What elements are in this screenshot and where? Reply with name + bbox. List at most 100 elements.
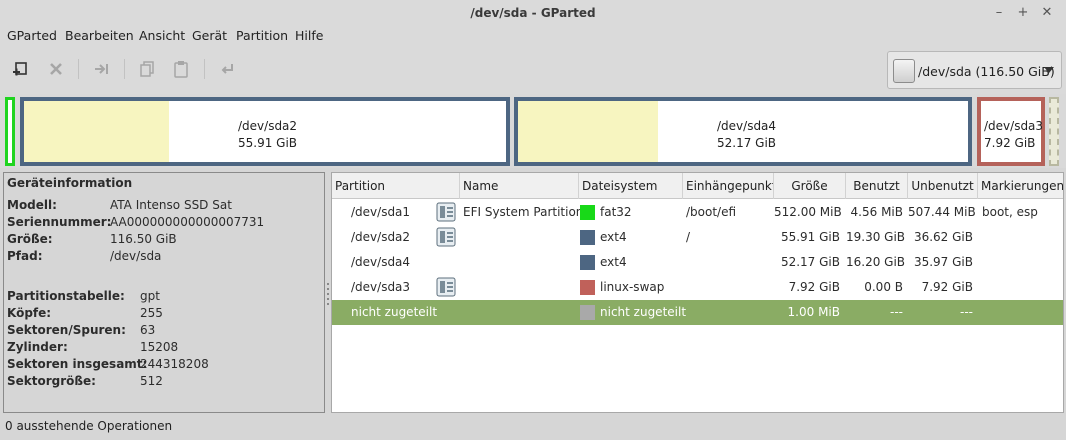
cell-mountpoint: /boot/efi xyxy=(686,205,737,219)
harddisk-icon xyxy=(893,59,915,83)
cell-used: 0.00 B xyxy=(864,280,903,294)
column-unused[interactable]: Unbenutzt xyxy=(908,173,978,199)
cell-partition: /dev/sda1 xyxy=(351,205,411,219)
column-partition[interactable]: Partition xyxy=(332,173,460,199)
diskmap-partition-sda1[interactable] xyxy=(5,97,15,166)
info-row: Seriennummer: AA000000000000007731 xyxy=(7,215,265,229)
column-filesystem[interactable]: Dateisystem xyxy=(579,173,683,199)
cell-unused: 36.62 GiB xyxy=(913,230,973,244)
close-button[interactable]: ✕ xyxy=(1038,4,1056,22)
window-title: /dev/sda - GParted xyxy=(470,6,596,20)
cell-size: 7.92 GiB xyxy=(788,280,840,294)
undo-icon[interactable] xyxy=(217,58,239,80)
used-space-bar xyxy=(518,101,658,162)
column-used[interactable]: Benutzt xyxy=(846,173,908,199)
column-flags[interactable]: Markierungen xyxy=(978,173,1063,199)
diskmap-unallocated[interactable] xyxy=(1049,97,1059,166)
cell-size: 55.91 GiB xyxy=(780,230,840,244)
filesystem-color-swatch xyxy=(580,255,595,270)
info-row: Partitionstabelle: gpt xyxy=(7,289,160,303)
filesystem-color-swatch xyxy=(580,205,595,220)
cell-filesystem: nicht zugeteilt xyxy=(600,305,687,319)
device-info-header: Geräteinformation xyxy=(7,176,133,190)
pane-splitter-handle[interactable] xyxy=(326,280,330,310)
title-bar: /dev/sda - GParted – + ✕ xyxy=(0,0,1066,27)
cell-partition: /dev/sda2 xyxy=(351,230,411,244)
cell-partition: /dev/sda4 xyxy=(351,255,411,269)
delete-icon[interactable] xyxy=(45,58,67,80)
disk-map: /dev/sda2 55.91 GiB /dev/sda4 52.17 GiB … xyxy=(0,94,1066,168)
cell-used: 19.30 GiB xyxy=(846,230,906,244)
menu-geraet[interactable]: Gerät xyxy=(192,28,227,43)
status-bar: 0 ausstehende Operationen xyxy=(0,414,1066,440)
info-row: Pfad:/dev/sda xyxy=(7,249,162,263)
cell-partition: nicht zugeteilt xyxy=(351,305,438,319)
cell-name xyxy=(463,300,577,325)
cell-mountpoint xyxy=(686,250,772,275)
cell-size: 512.00 MiB xyxy=(774,205,842,219)
cell-mountpoint xyxy=(686,300,772,325)
diskmap-partition-sda3[interactable]: /dev/sda3 7.92 GiB xyxy=(977,97,1045,166)
partition-label: /dev/sda4 52.17 GiB xyxy=(717,119,777,150)
table-row[interactable]: nicht zugeteilt nicht zugeteilt 1.00 MiB --… xyxy=(332,300,1063,325)
info-row: Größe: 116.50 GiB xyxy=(7,232,177,246)
resize-move-icon[interactable] xyxy=(91,58,113,80)
cell-mountpoint xyxy=(686,275,772,300)
minimize-button[interactable]: – xyxy=(990,4,1008,22)
maximize-button[interactable]: + xyxy=(1014,4,1032,22)
menu-bearbeiten[interactable]: Bearbeiten xyxy=(65,28,134,43)
partition-table: Partition Name Dateisystem Einhängepunkt… xyxy=(331,172,1064,413)
cell-filesystem: ext4 xyxy=(600,230,627,244)
cell-flags xyxy=(982,275,1063,300)
paste-icon[interactable] xyxy=(170,58,192,80)
cell-unused: 35.97 GiB xyxy=(913,255,973,269)
column-name[interactable]: Name xyxy=(460,173,579,199)
partition-label: /dev/sda2 55.91 GiB xyxy=(238,119,298,150)
toolbar: /dev/sda (116.50 GiB) xyxy=(0,47,1066,94)
copy-icon[interactable] xyxy=(136,58,158,80)
used-space-bar xyxy=(24,101,169,162)
menu-hilfe[interactable]: Hilfe xyxy=(295,28,323,43)
mounted-lock-icon xyxy=(435,226,457,248)
mounted-lock-icon xyxy=(435,276,457,298)
cell-mountpoint: / xyxy=(686,230,691,244)
mounted-lock-icon xyxy=(435,201,457,223)
table-row[interactable]: /dev/sda4 ext4 52.17 GiB 16.20 GiB 35.97 GiB xyxy=(332,250,1063,275)
diskmap-partition-sda2[interactable]: /dev/sda2 55.91 GiB xyxy=(20,97,510,166)
toolbar-separator xyxy=(204,59,205,79)
device-selector[interactable]: /dev/sda (116.50 GiB) xyxy=(887,51,1062,89)
cell-filesystem: fat32 xyxy=(600,205,632,219)
device-selector-label: /dev/sda (116.50 GiB) xyxy=(918,64,1055,79)
info-row: Zylinder: 15208 xyxy=(7,340,179,354)
filesystem-color-swatch xyxy=(580,305,595,320)
new-partition-icon[interactable] xyxy=(9,58,31,80)
chevron-down-icon xyxy=(1044,67,1054,73)
cell-filesystem: ext4 xyxy=(600,255,627,269)
table-row[interactable]: /dev/sda2 ext4 / 55.91 GiB 19.30 GiB 36.62 Gi… xyxy=(332,225,1063,250)
table-row[interactable]: /dev/sda3 linux-swap 7.92 GiB 0.00 B 7.92 Gi… xyxy=(332,275,1063,300)
filesystem-color-swatch xyxy=(580,230,595,245)
cell-used: 16.20 GiB xyxy=(846,255,906,269)
info-row: Modell: ATA Intenso SSD Sat xyxy=(7,198,232,212)
cell-flags xyxy=(982,300,1063,325)
cell-name: EFI System Partition xyxy=(463,205,584,219)
column-mountpoint[interactable]: Einhängepunkt xyxy=(683,173,774,199)
filesystem-color-swatch xyxy=(580,280,595,295)
info-row: Köpfe: 255 xyxy=(7,306,163,320)
cell-name xyxy=(463,225,577,250)
cell-unused: 7.92 GiB xyxy=(921,280,973,294)
menu-gparted[interactable]: GParted xyxy=(7,28,57,43)
cell-used: 4.56 MiB xyxy=(850,205,903,219)
diskmap-partition-sda4[interactable]: /dev/sda4 52.17 GiB xyxy=(514,97,972,166)
toolbar-separator xyxy=(124,59,125,79)
menu-partition[interactable]: Partition xyxy=(236,28,288,43)
cell-size: 1.00 MiB xyxy=(787,305,840,319)
menu-ansicht[interactable]: Ansicht xyxy=(139,28,185,43)
cell-size: 52.17 GiB xyxy=(780,255,840,269)
info-row: Sektorgröße: 512 xyxy=(7,374,163,388)
table-row[interactable]: /dev/sda1 EFI System Partition fat32/boot/… xyxy=(332,200,1063,225)
cell-flags: boot, esp xyxy=(982,205,1038,219)
cell-unused: 507.44 MiB xyxy=(908,205,976,219)
column-size[interactable]: Größe xyxy=(774,173,846,199)
cell-name xyxy=(463,250,577,275)
